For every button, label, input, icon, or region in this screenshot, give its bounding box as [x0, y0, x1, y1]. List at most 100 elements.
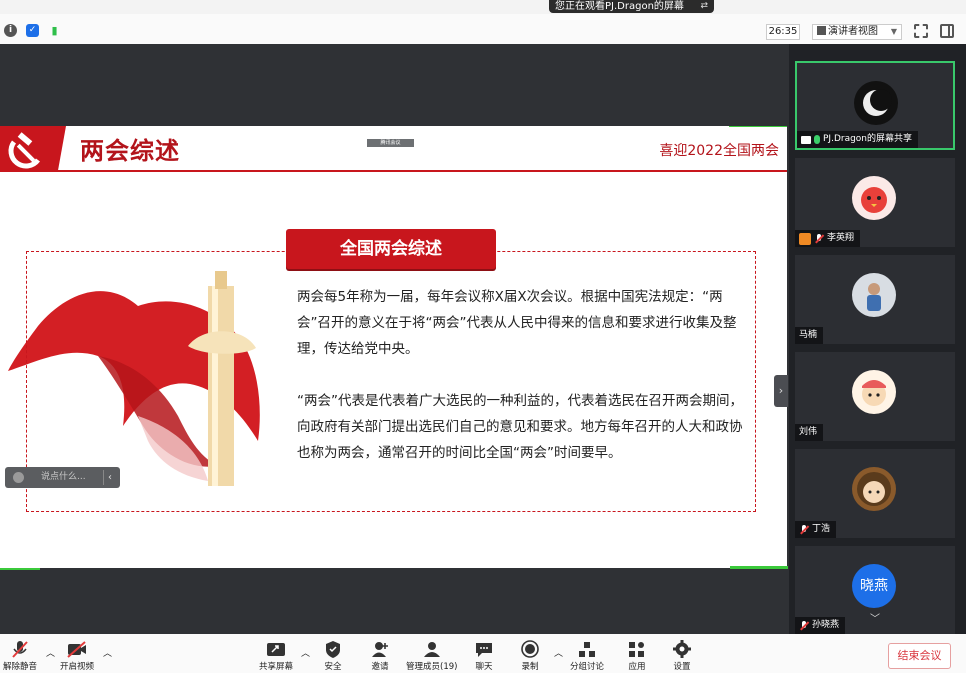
chat-divider: [103, 470, 104, 485]
screen-share-icon: [801, 135, 811, 144]
share-screen-icon: [267, 643, 285, 656]
participant-name: 丁浩: [812, 524, 831, 534]
invite-label: 邀请: [371, 662, 389, 672]
microphone-muted-icon: [799, 620, 809, 631]
audio-options-caret[interactable]: ︿: [46, 646, 55, 659]
cartoon-avatar: [852, 370, 896, 414]
participant-name-tag: 丁浩: [795, 521, 837, 538]
participant-name-tag: PJ.Dragon的屏幕共享: [797, 131, 919, 148]
chat-button[interactable]: 聊天: [474, 640, 494, 672]
participant-name: 刘伟: [799, 427, 818, 437]
watermark-badge: 腾讯会议: [367, 139, 414, 147]
child-photo-avatar: [852, 273, 896, 317]
text-avatar: 晓燕: [852, 564, 896, 608]
participant-tile[interactable]: 刘伟: [795, 352, 955, 441]
section-title: 全国两会综述: [286, 229, 496, 269]
exit-share-icon[interactable]: ⇄: [700, 0, 708, 13]
party-emblem-block: [0, 126, 66, 170]
security-button[interactable]: 安全: [323, 640, 343, 672]
participant-name: 李英翔: [827, 233, 855, 243]
record-label: 录制: [521, 662, 539, 672]
side-panel-toggle-button[interactable]: [940, 24, 954, 38]
breakout-label: 分组讨论: [570, 662, 605, 672]
participant-name-tag: 李英翔: [795, 230, 861, 247]
participant-name-tag: 刘伟: [795, 424, 824, 441]
participant-name-tag: 孙晓燕: [795, 617, 846, 634]
record-button[interactable]: 录制: [520, 640, 540, 672]
chat-input-placeholder: 说点什么...: [41, 472, 86, 482]
participant-name: 马楠: [799, 330, 818, 340]
add-user-icon: [372, 642, 388, 657]
participant-name: PJ.Dragon的屏幕共享: [823, 134, 913, 144]
participant-tile[interactable]: 马楠: [795, 255, 955, 344]
participant-tile[interactable]: PJ.Dragon的屏幕共享: [795, 61, 955, 150]
signal-icon[interactable]: ▮: [48, 24, 61, 37]
view-mode-select[interactable]: 演讲者视图 ▼: [812, 24, 902, 40]
share-frame-marker: [0, 568, 40, 570]
unmute-label: 解除静音: [3, 662, 38, 672]
microphone-muted-icon: [814, 233, 824, 244]
meeting-controls-bar: 解除静音 ︿ 开启视频 ︿ 共享屏幕 ︿ 安全 邀请 管理成员(19) 聊天 录…: [0, 634, 966, 673]
participant-tile[interactable]: 李英翔: [795, 158, 955, 247]
chat-bubble-icon: [476, 643, 492, 657]
manage-members-button[interactable]: 管理成员(19): [406, 640, 457, 672]
microphone-muted-icon: [12, 641, 28, 658]
start-video-label: 开启视频: [60, 662, 95, 672]
slide-paragraph-1: 两会每5年称为一届，每年会议称X届X次会议。根据中国宪法规定：“两会”召开的意义…: [297, 289, 737, 357]
apps-button[interactable]: 应用: [627, 640, 647, 672]
settings-label: 设置: [673, 662, 691, 672]
apps-label: 应用: [628, 662, 646, 672]
start-video-button[interactable]: 开启视频: [60, 640, 94, 672]
sharing-banner: 您正在观看PJ.Dragon的屏幕 ⇄: [549, 0, 714, 13]
share-options-caret[interactable]: ︿: [301, 646, 310, 659]
shield-icon: [326, 641, 340, 658]
microphone-muted-icon: [799, 524, 809, 535]
breakout-button[interactable]: 分组讨论: [570, 640, 604, 672]
unmute-button[interactable]: 解除静音: [3, 640, 37, 672]
camera-off-icon: [67, 641, 86, 658]
slide-title: 两会综述: [80, 137, 180, 165]
shared-screen-stage: 两会综述 腾讯会议 喜迎2022全国两会 全国两会综述 两会每5年称为一届，每年…: [0, 44, 789, 634]
top-toolbar: i ✓ ▮ 26:35 演讲者视图 ▼: [0, 14, 966, 44]
host-icon: [799, 232, 811, 245]
presentation-slide: 两会综述 腾讯会议 喜迎2022全国两会 全国两会综述 两会每5年称为一届，每年…: [0, 126, 787, 568]
members-icon: [423, 642, 440, 657]
security-label: 安全: [324, 662, 342, 672]
layout-icon: [817, 26, 826, 35]
share-screen-button[interactable]: 共享屏幕: [259, 640, 293, 672]
sharing-banner-text: 您正在观看PJ.Dragon的屏幕: [555, 1, 684, 12]
chevron-left-icon[interactable]: ‹: [108, 467, 112, 488]
chevron-down-icon: ▼: [890, 27, 897, 36]
slide-header: 两会综述 腾讯会议 喜迎2022全国两会: [0, 126, 787, 172]
view-mode-label: 演讲者视图: [828, 26, 878, 37]
record-icon: [521, 640, 539, 658]
info-icon[interactable]: i: [4, 24, 17, 37]
end-meeting-button[interactable]: 结束会议: [888, 643, 951, 669]
share-screen-label: 共享屏幕: [259, 662, 294, 672]
header-divider: [0, 170, 787, 172]
meeting-timer: 26:35: [766, 24, 800, 40]
share-frame-marker: [730, 566, 788, 569]
participant-tile[interactable]: 丁浩: [795, 449, 955, 538]
red-bird-avatar: [852, 176, 896, 220]
chevron-down-icon[interactable]: ﹀: [870, 610, 880, 625]
collapse-panel-button[interactable]: ›: [774, 375, 788, 407]
settings-button[interactable]: 设置: [672, 640, 692, 672]
shield-icon[interactable]: ✓: [26, 24, 39, 37]
girl-cartoon-avatar: [852, 467, 896, 511]
invite-button[interactable]: 邀请: [370, 640, 390, 672]
gear-icon: [673, 640, 691, 658]
video-options-caret[interactable]: ︿: [103, 646, 112, 659]
record-options-caret[interactable]: ︿: [554, 646, 563, 659]
breakout-rooms-icon: [579, 642, 595, 657]
participant-name: 孙晓燕: [812, 620, 840, 630]
microphone-icon: [814, 135, 820, 144]
fullscreen-button[interactable]: [914, 24, 928, 38]
slide-paragraph-2: “两会”代表是代表着广大选民的一种利益的，代表着选民在召开两会期间，向政府有关部…: [297, 393, 743, 461]
hammer-sickle-icon: [8, 132, 40, 169]
chat-input[interactable]: 说点什么... ‹: [5, 467, 120, 488]
manage-members-label: 管理成员(19): [406, 662, 458, 672]
crescent-moon-avatar: [854, 81, 898, 125]
chat-label: 聊天: [475, 662, 493, 672]
emoji-icon[interactable]: [13, 472, 24, 483]
